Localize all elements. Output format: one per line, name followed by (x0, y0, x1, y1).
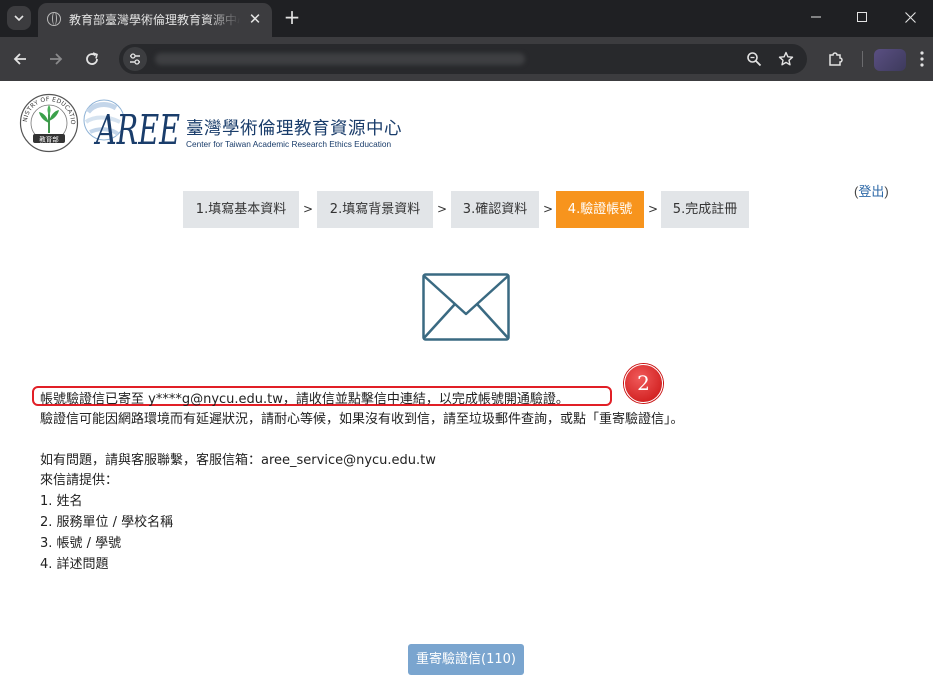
star-icon (778, 51, 794, 66)
globe-icon (47, 12, 61, 26)
minimize-icon (811, 16, 821, 18)
bookmark-star-icon[interactable] (776, 49, 796, 69)
browser-tab-active[interactable]: 教育部臺灣學術倫理教育資源中心 ✕ (38, 3, 272, 37)
provide-intro: 來信請提供： (40, 473, 119, 488)
resend-verification-button[interactable]: 重寄驗證信(110) (408, 644, 524, 675)
provide-item-problem: 4. 詳述問題 (40, 557, 109, 572)
maximize-icon (857, 12, 867, 22)
org-title: 臺灣學術倫理教育資源中心 (186, 119, 402, 139)
provide-item-account: 3. 帳號 / 學號 (40, 536, 122, 551)
arrow-left-icon (13, 53, 26, 65)
logout-area: (登出) (854, 181, 889, 200)
address-bar[interactable] (119, 44, 807, 74)
browser-tab-strip: 教育部臺灣學術倫理教育資源中心 ✕ + (0, 0, 933, 37)
step-separator: > (436, 202, 448, 216)
org-subtitle: Center for Taiwan Academic Research Ethi… (186, 139, 392, 149)
window-maximize-button[interactable] (839, 0, 885, 34)
extensions-button[interactable] (824, 47, 848, 71)
envelope-icon (422, 273, 510, 341)
arrow-right-icon (50, 53, 63, 65)
tab-title: 教育部臺灣學術倫理教育資源中心 (69, 13, 241, 27)
browser-toolbar (0, 37, 933, 81)
url-text-redacted (155, 53, 525, 65)
logout-link[interactable]: 登出 (858, 184, 884, 199)
provide-item-name: 1. 姓名 (40, 494, 83, 509)
ministry-of-education-logo[interactable]: MINISTRY OF EDUCATION 教育部 (19, 93, 79, 153)
magnifier-icon (747, 52, 762, 67)
step-basic-info: 1.填寫基本資料 (183, 191, 299, 228)
profile-avatar[interactable] (874, 49, 906, 71)
logout-paren-close: ) (884, 184, 889, 199)
reload-icon (86, 52, 98, 65)
browser-menu-button[interactable] (913, 47, 931, 71)
kebab-menu-icon (920, 51, 924, 67)
zoom-icon[interactable] (744, 49, 764, 69)
step-background-info: 2.填寫背景資料 (317, 191, 433, 228)
moe-logo-chars: 教育部 (39, 134, 59, 143)
toolbar-divider (862, 51, 863, 67)
annotation-badge: 2 (624, 364, 663, 403)
delay-notice-message: 驗證信可能因網路環境而有延遲狀況，請耐心等候，如果沒有收到信，請至垃圾郵件查詢，… (40, 412, 684, 427)
close-icon (904, 11, 916, 23)
site-info-button[interactable] (123, 47, 147, 71)
step-confirm-info: 3.確認資料 (451, 191, 539, 228)
aree-logo[interactable]: AREE (82, 94, 182, 150)
puzzle-icon (829, 52, 843, 66)
step-complete-registration: 5.完成註冊 (661, 191, 749, 228)
aree-logo-text: AREE (93, 106, 180, 150)
contact-message: 如有問題，請與客服聯繫，客服信箱：aree_service@nycu.edu.t… (40, 453, 436, 468)
step-separator: > (647, 202, 659, 216)
chevron-down-icon (14, 15, 24, 21)
tab-search-button[interactable] (7, 6, 31, 30)
step-verify-account: 4.驗證帳號 (556, 191, 644, 228)
tune-icon (130, 53, 140, 65)
window-minimize-button[interactable] (793, 0, 839, 34)
reload-button[interactable] (80, 47, 104, 71)
provide-item-organization: 2. 服務單位 / 學校名稱 (40, 515, 174, 530)
step-separator: > (302, 202, 314, 216)
tab-close-icon[interactable]: ✕ (246, 10, 264, 28)
new-tab-button[interactable]: + (280, 5, 304, 29)
verification-sent-message: 帳號驗證信已寄至 y****g@nycu.edu.tw，請收信並點擊信中連結，以… (40, 392, 569, 407)
step-separator: > (542, 202, 554, 216)
page-content: MINISTRY OF EDUCATION 教育部 AREE 臺灣學術倫理教育資… (0, 81, 933, 693)
back-button[interactable] (8, 47, 32, 71)
forward-button[interactable] (44, 47, 68, 71)
window-close-button[interactable] (887, 0, 933, 34)
